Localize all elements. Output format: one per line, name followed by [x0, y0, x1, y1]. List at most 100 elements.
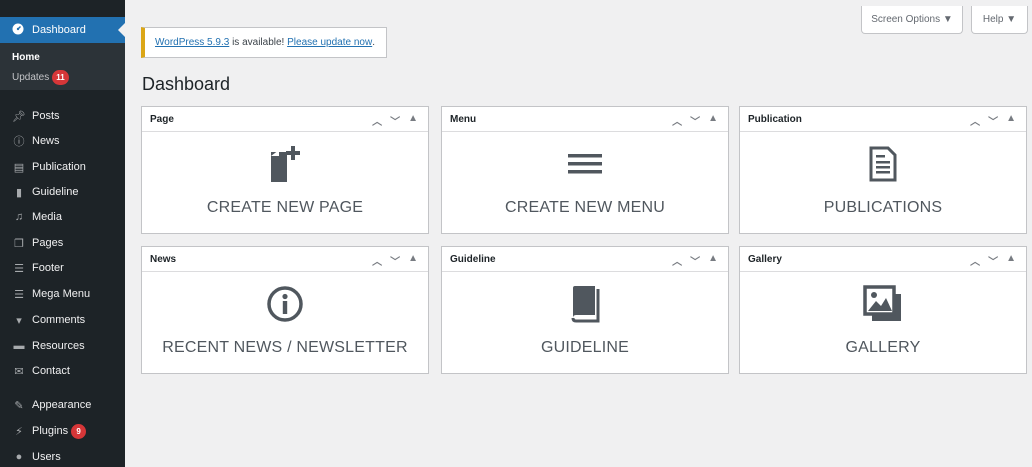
widget-body[interactable]: CREATE NEW MENU — [442, 132, 728, 233]
widget-body[interactable]: PUBLICATIONS — [740, 132, 1026, 233]
help-button[interactable]: Help ▼ — [971, 6, 1028, 34]
info-icon — [142, 284, 428, 324]
sidebar-item-publication[interactable]: ▤ Publication — [0, 155, 125, 179]
submenu-item-home[interactable]: Home — [12, 52, 40, 63]
menu-lines-icon — [442, 144, 728, 184]
sidebar-item-label: Guideline — [32, 186, 79, 198]
widget-label: CREATE NEW MENU — [504, 199, 666, 216]
sidebar-item-appearance[interactable]: ✎ Appearance — [0, 393, 125, 417]
move-up-icon[interactable]: ︿ — [672, 253, 682, 268]
add-page-icon — [142, 144, 428, 184]
widget-label: PUBLICATIONS — [823, 199, 943, 216]
sidebar-item-mega-menu[interactable]: ☰ Mega Menu — [0, 282, 125, 306]
sidebar-item-media[interactable]: ♫ Media — [0, 205, 125, 229]
sidebar-item-footer[interactable]: ☰ Footer — [0, 256, 125, 280]
move-up-icon[interactable]: ︿ — [970, 253, 980, 268]
widget-body[interactable]: GALLERY — [740, 272, 1026, 373]
sidebar-item-label: Media — [32, 211, 62, 223]
widget-label: GALLERY — [845, 339, 921, 356]
move-up-icon[interactable]: ︿ — [970, 113, 980, 128]
sidebar-item-label: Posts — [32, 110, 60, 122]
widget-page: Page ︿ ﹀ ▲ CREATE NEW PAGE — [141, 106, 429, 234]
widget-header: Menu ︿ ﹀ ▲ — [442, 107, 728, 132]
widget-label: RECENT NEWS / NEWSLETTER — [162, 339, 408, 356]
collapse-icon[interactable]: ▲ — [408, 113, 418, 128]
collapse-icon[interactable]: ▲ — [1006, 253, 1016, 268]
dashboard-submenu: Home Updates 11 — [0, 43, 125, 90]
plugins-count-badge: 9 — [71, 423, 87, 439]
move-up-icon[interactable]: ︿ — [372, 253, 382, 268]
plug-icon: ⚡︎ — [15, 425, 23, 438]
mega-menu-icon: ☰ — [14, 288, 24, 301]
widget-news: News ︿ ﹀ ▲ RECENT NEWS / NEWSLETTER — [141, 246, 429, 374]
move-down-icon[interactable]: ﹀ — [390, 113, 400, 128]
sidebar-item-label: Users — [32, 451, 61, 463]
sidebar-item-label: Footer — [32, 262, 64, 274]
move-down-icon[interactable]: ﹀ — [988, 113, 998, 128]
move-up-icon[interactable]: ︿ — [372, 113, 382, 128]
notice-period: . — [372, 37, 375, 48]
updates-count-badge: 11 — [52, 70, 69, 85]
sidebar-item-resources[interactable]: ▬ Resources — [0, 334, 125, 358]
screen-options-label: Screen Options ▼ — [871, 14, 953, 25]
sidebar-item-label: News — [32, 135, 60, 147]
collapse-icon[interactable]: ▲ — [708, 253, 718, 268]
submenu-home-label: Home — [12, 52, 40, 63]
widget-title: Guideline — [450, 253, 496, 265]
sidebar-item-label: Mega Menu — [32, 288, 91, 300]
widget-header: Guideline ︿ ﹀ ▲ — [442, 247, 728, 272]
widget-publication: Publication ︿ ﹀ ▲ PUBLICATIONS — [739, 106, 1027, 234]
user-icon: ● — [15, 451, 23, 463]
widget-menu: Menu ︿ ﹀ ▲ CREATE NEW MENU — [441, 106, 729, 234]
brush-icon: ✎ — [14, 399, 24, 412]
document-icon — [740, 144, 1026, 184]
collapse-icon[interactable]: ▲ — [1006, 113, 1016, 128]
pages-icon: ❐ — [14, 237, 24, 250]
help-label: Help ▼ — [982, 14, 1017, 25]
screen-options-button[interactable]: Screen Options ▼ — [861, 6, 963, 34]
media-icon: ♫ — [14, 211, 24, 223]
move-down-icon[interactable]: ﹀ — [690, 113, 700, 128]
widget-gallery: Gallery ︿ ﹀ ▲ GALLERY — [739, 246, 1027, 374]
book-icon: ▮ — [15, 186, 23, 199]
update-notice: WordPress 5.9.3 is available! Please upd… — [141, 27, 387, 58]
widget-body[interactable]: CREATE NEW PAGE — [142, 132, 428, 233]
sidebar-item-users[interactable]: ● Users — [0, 445, 125, 467]
submenu-item-updates[interactable]: Updates 11 — [12, 70, 69, 85]
widget-body[interactable]: GUIDELINE — [442, 272, 728, 373]
widget-guideline: Guideline ︿ ﹀ ▲ GUIDELINE — [441, 246, 729, 374]
move-down-icon[interactable]: ﹀ — [690, 253, 700, 268]
sidebar-item-plugins[interactable]: ⚡︎ Plugins 9 — [0, 419, 125, 443]
widget-body[interactable]: RECENT NEWS / NEWSLETTER — [142, 272, 428, 373]
pin-icon: 📌︎ — [12, 110, 26, 123]
sidebar-item-label: Contact — [32, 365, 70, 377]
notice-text: is available! — [229, 37, 288, 48]
collapse-icon[interactable]: ▲ — [708, 113, 718, 128]
update-now-link[interactable]: Please update now — [287, 37, 372, 48]
widget-header: News ︿ ﹀ ▲ — [142, 247, 428, 272]
sidebar-item-label: Comments — [32, 314, 86, 326]
document-icon: ▤ — [13, 161, 25, 174]
submenu-updates-label: Updates — [12, 72, 50, 84]
collapse-icon[interactable]: ▲ — [408, 253, 418, 268]
move-up-icon[interactable]: ︿ — [672, 113, 682, 128]
sidebar-item-pages[interactable]: ❐ Pages — [0, 231, 125, 255]
widget-title: Menu — [450, 113, 477, 125]
sidebar-item-dashboard[interactable]: Dashboard — [0, 17, 125, 43]
sidebar-item-posts[interactable]: 📌︎ Posts — [0, 104, 125, 128]
move-down-icon[interactable]: ﹀ — [390, 253, 400, 268]
sidebar-item-guideline[interactable]: ▮ Guideline — [0, 180, 125, 204]
info-icon: ⓘ — [13, 136, 25, 148]
mail-icon: ✉ — [14, 365, 24, 378]
widget-header: Publication ︿ ﹀ ▲ — [740, 107, 1026, 132]
sidebar-item-label: Appearance — [32, 399, 92, 411]
sidebar-item-label: Resources — [32, 340, 85, 352]
move-down-icon[interactable]: ﹀ — [988, 253, 998, 268]
sidebar-item-comments[interactable]: ▾ Comments — [0, 308, 125, 332]
widget-title: Page — [150, 113, 174, 125]
sidebar-item-label: Dashboard — [32, 24, 86, 36]
sidebar-item-contact[interactable]: ✉ Contact — [0, 359, 125, 383]
sidebar-item-news[interactable]: ⓘ News — [0, 129, 125, 153]
widget-title: Gallery — [748, 253, 782, 265]
wordpress-version-link[interactable]: WordPress 5.9.3 — [155, 37, 229, 48]
